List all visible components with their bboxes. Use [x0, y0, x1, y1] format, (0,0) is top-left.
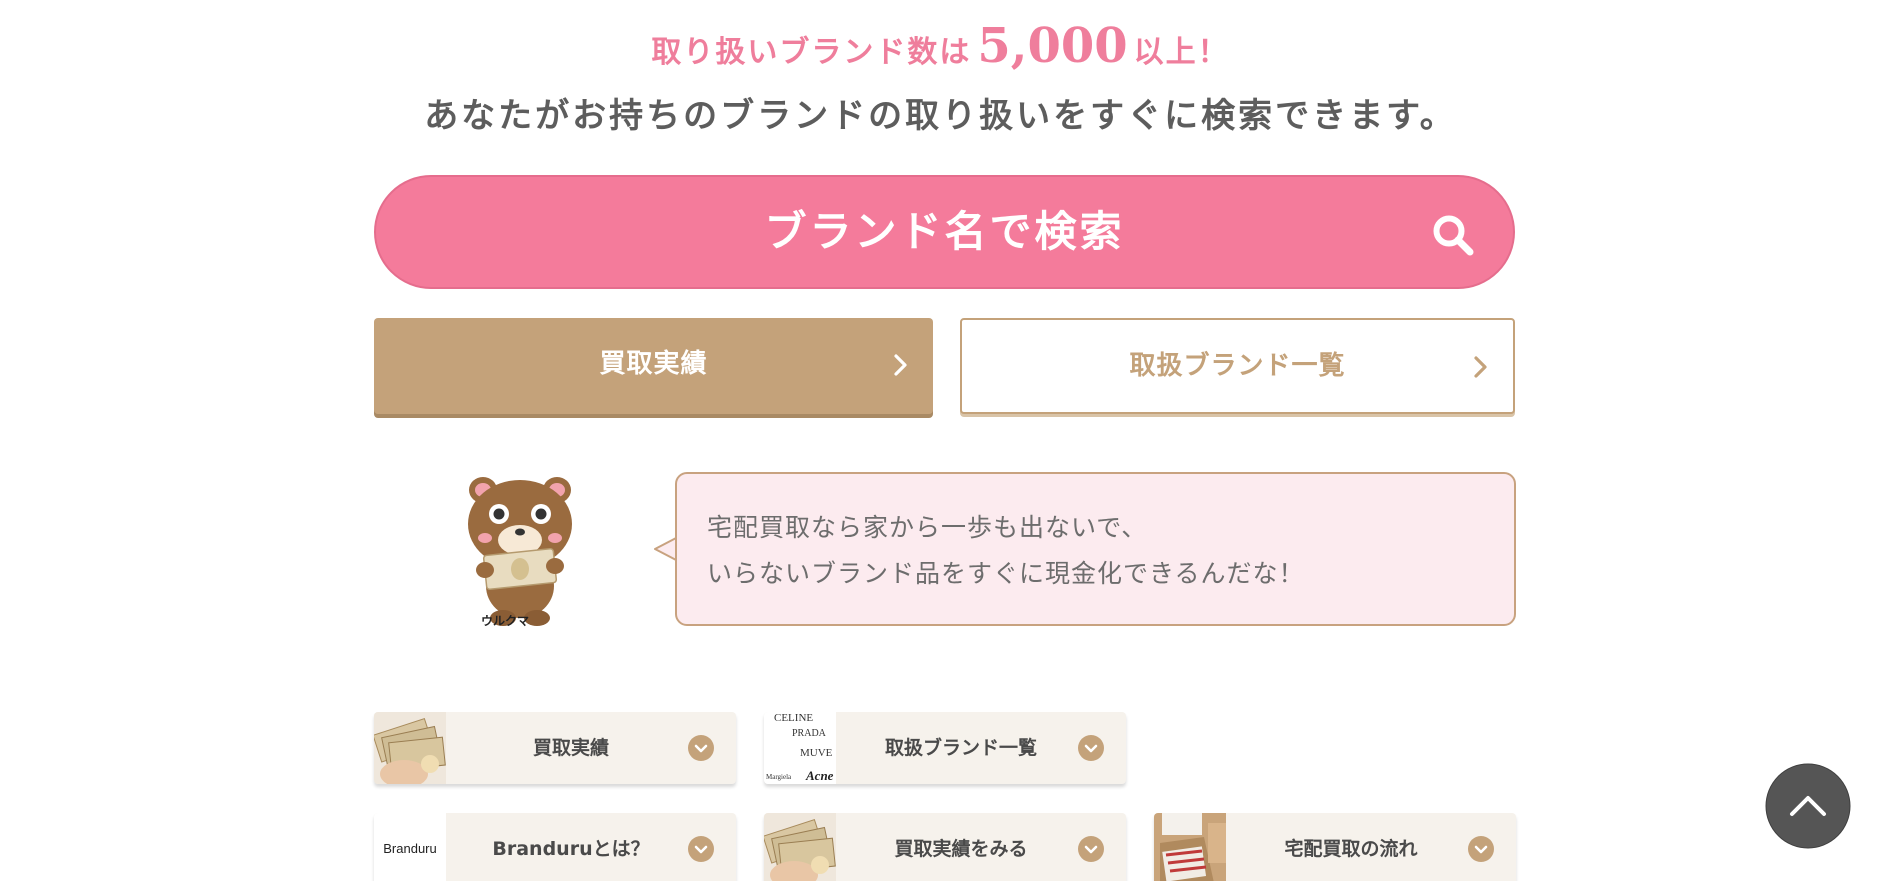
brand-search-label: ブランド名で検索 [764, 207, 1125, 256]
branduru-logo-thumbnail: Branduru [374, 813, 446, 881]
chevron-right-icon [1474, 356, 1487, 378]
headline-prefix: 取り扱いブランド数は [651, 35, 972, 70]
brand-search-button[interactable]: ブランド名で検索 [374, 175, 1515, 289]
link-card-delivery-flow[interactable]: 宅配買取の流れ [1154, 813, 1516, 881]
link-card-view-records[interactable]: 買取実績をみる [764, 813, 1126, 881]
brand-list-label: 取扱ブランド一覧 [1129, 351, 1346, 381]
thumb-logo-celine: CELINE [774, 712, 813, 724]
back-to-top-button[interactable] [1765, 763, 1851, 849]
purchase-record-label: 買取実績 [599, 349, 708, 379]
delivery-box-thumbnail [1154, 813, 1226, 881]
link-card-about-branduru[interactable]: Branduru Branduruとは？ [374, 813, 736, 881]
chevron-down-icon [688, 735, 714, 761]
headline-suffix: 以上！ [1133, 35, 1230, 70]
mascot-bear-illustration [468, 477, 572, 626]
brand-list-button[interactable]: 取扱ブランド一覧 [960, 318, 1515, 414]
cash-thumbnail [374, 712, 446, 784]
thumb-logo-prada: PRADA [792, 728, 827, 739]
brand-logos-thumbnail: CELINE PRADA MUVE Margiela Acne [764, 712, 836, 784]
speech-bubble-line-2: いらないブランド品をすぐに現金化できるんだな！ [707, 559, 1305, 588]
chevron-right-icon [894, 354, 907, 376]
search-icon [1433, 215, 1474, 256]
thumb-logo-acne: Acne [805, 768, 834, 783]
purchase-record-button[interactable]: 買取実績 [374, 318, 933, 414]
speech-bubble: 宅配買取なら家から一歩も出ないで、 いらないブランド品をすぐに現金化できるんだな… [675, 472, 1516, 626]
branduru-logo-text: Branduru [383, 841, 437, 856]
chevron-down-icon [1078, 836, 1104, 862]
chevron-down-icon [688, 836, 714, 862]
brand-count: 5,000 [977, 18, 1128, 74]
link-card-purchase-record[interactable]: 買取実績 [374, 712, 736, 784]
cash-thumbnail [764, 813, 836, 881]
mascot-name: ウルクマ [480, 614, 529, 628]
link-card-brand-list[interactable]: CELINE PRADA MUVE Margiela Acne 取扱ブランド一覧 [764, 712, 1126, 784]
subheadline: あなたがお持ちのブランドの取り扱いをすぐに検索できます。 [424, 96, 1457, 136]
thumb-logo-margiela: Margiela [766, 773, 792, 781]
link-card-about-branduru-label: Branduruとは？ [492, 838, 650, 860]
link-card-delivery-flow-label: 宅配買取の流れ [1284, 838, 1418, 860]
speech-bubble-line-1: 宅配買取なら家から一歩も出ないで、 [707, 513, 1148, 542]
nav-button-row: 買取実績 取扱ブランド一覧 [374, 318, 1515, 414]
link-card-purchase-record-label: 買取実績 [532, 737, 609, 759]
chevron-down-icon [1078, 735, 1104, 761]
link-card-view-records-label: 買取実績をみる [894, 838, 1028, 860]
thumb-logo-muve: MUVE [800, 747, 833, 759]
link-card-brand-list-label: 取扱ブランド一覧 [884, 737, 1037, 759]
chevron-down-icon [1468, 836, 1494, 862]
headline: 取り扱いブランド数は 5,000 以上！ [0, 18, 1881, 74]
